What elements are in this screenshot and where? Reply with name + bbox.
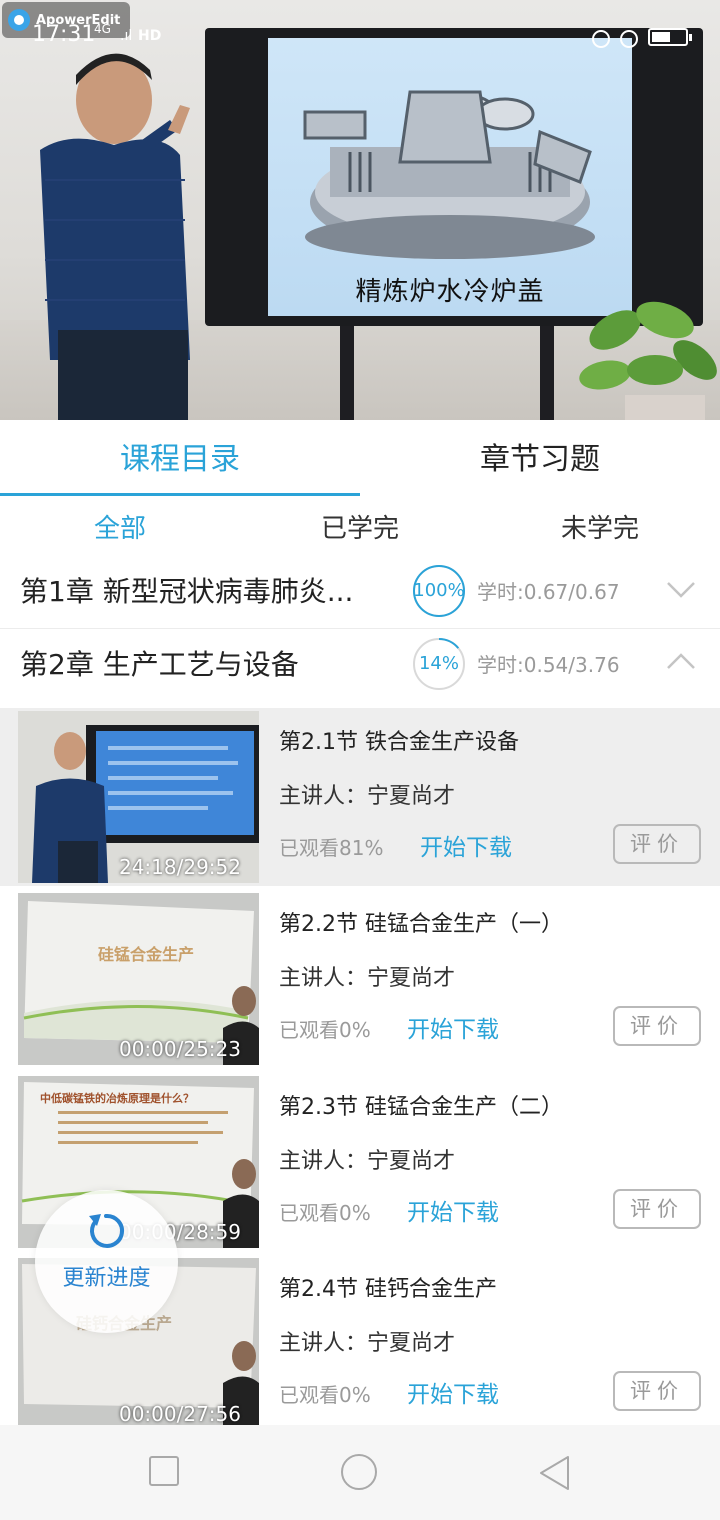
alarm-icon xyxy=(620,30,638,48)
filter-incomplete[interactable]: 未学完 xyxy=(480,508,720,545)
chapter-title: 第1章 新型冠状病毒肺炎... xyxy=(20,575,354,608)
lesson-lecturer: 主讲人：宁夏尚才 xyxy=(279,966,456,991)
potted-plant xyxy=(579,301,717,420)
tab-chapter-exercises[interactable]: 章节习题 xyxy=(360,420,720,498)
chevron-down-icon[interactable] xyxy=(666,574,696,604)
home-circle-icon[interactable] xyxy=(340,1453,378,1491)
back-triangle-icon[interactable] xyxy=(538,1455,572,1491)
lesson-lecturer: 主讲人：宁夏尚才 xyxy=(279,1149,456,1174)
chapter-row[interactable]: 第1章 新型冠状病毒肺炎... 100% 学时:0.67/0.67 xyxy=(0,556,720,626)
chapter-progress-label: 14% xyxy=(418,653,459,674)
watch-progress: 已观看0% xyxy=(279,1201,371,1225)
chapter-hours: 学时:0.67/0.67 xyxy=(477,580,620,604)
download-button[interactable]: 开始下载 xyxy=(420,828,512,862)
watch-progress: 已观看0% xyxy=(279,1018,371,1042)
video-player[interactable]: 精炼炉水冷炉盖 ApowerEdit 17:31 4G .ıl HD xyxy=(0,0,720,420)
furnace-cover-illustration xyxy=(303,90,595,259)
refresh-progress-label: 更新进度 xyxy=(62,1266,151,1291)
refresh-progress-button[interactable]: 更新进度 xyxy=(35,1190,178,1333)
thumbnail-slide-title: 中低碳锰铁的冶炼原理是什么？ xyxy=(40,1092,194,1105)
rate-button[interactable]: 评价 xyxy=(613,1189,701,1229)
recents-square-icon[interactable] xyxy=(148,1455,180,1487)
download-button[interactable]: 开始下载 xyxy=(407,1010,499,1044)
display-content: 精炼炉水冷炉盖 xyxy=(268,38,632,316)
lesson-thumbnail[interactable]: 硅锰合金生产 00:00/25:23 xyxy=(18,893,259,1065)
tv-stand-right xyxy=(540,326,554,420)
signal-icon: .ıl xyxy=(120,28,133,44)
active-tab-indicator xyxy=(0,493,360,496)
chapter-progress-label: 100% xyxy=(413,580,465,601)
filter-all[interactable]: 全部 xyxy=(0,508,240,545)
battery-icon xyxy=(648,28,692,46)
chapter-title: 第2章 生产工艺与设备 xyxy=(20,648,299,681)
tab-course-catalog[interactable]: 课程目录 xyxy=(0,420,360,498)
chapter-row[interactable]: 第2章 生产工艺与设备 14% 学时:0.54/3.76 xyxy=(0,629,720,699)
lesson-title: 第2.3节 硅锰合金生产（二） xyxy=(279,1095,563,1120)
chevron-up-icon[interactable] xyxy=(666,647,696,677)
watch-progress: 已观看81% xyxy=(279,836,384,860)
course-tabs: 课程目录 章节习题 xyxy=(0,420,720,500)
lesson-title: 第2.2节 硅锰合金生产（一） xyxy=(279,912,563,937)
status-bar: ApowerEdit 17:31 4G .ıl HD xyxy=(0,0,720,56)
thumbnail-slide-title: 硅锰合金生产 xyxy=(98,945,195,964)
rate-button[interactable]: 评价 xyxy=(613,1006,701,1046)
network-type: 4G xyxy=(94,22,111,36)
video-duration: 00:00/27:56 xyxy=(118,1402,241,1426)
lesson-thumbnail[interactable]: 24:18/29:52 xyxy=(18,711,259,883)
lesson-lecturer: 主讲人：宁夏尚才 xyxy=(279,1331,456,1356)
watch-progress: 已观看0% xyxy=(279,1383,371,1407)
download-button[interactable]: 开始下载 xyxy=(407,1193,499,1227)
lesson-item[interactable]: 硅锰合金生产 00:00/25:23 第2.2节 硅锰合金生产（一） 主讲人：宁… xyxy=(0,890,720,1068)
rate-button[interactable]: 评价 xyxy=(613,1371,701,1411)
system-navigation-bar xyxy=(0,1425,720,1520)
chapter-progress-ring: 14% xyxy=(412,637,466,691)
recorder-logo-icon xyxy=(8,9,30,31)
download-button[interactable]: 开始下载 xyxy=(407,1375,499,1409)
lesson-item[interactable]: 24:18/29:52 第2.1节 铁合金生产设备 主讲人：宁夏尚才 已观看81… xyxy=(0,708,720,886)
lesson-title: 第2.1节 铁合金生产设备 xyxy=(279,730,519,755)
video-duration: 00:00/25:23 xyxy=(118,1037,241,1061)
filter-completed[interactable]: 已学完 xyxy=(240,508,480,545)
rate-button[interactable]: 评价 xyxy=(613,824,701,864)
clock: 17:31 xyxy=(32,22,96,47)
video-duration: 24:18/29:52 xyxy=(118,855,241,879)
hd-indicator: HD xyxy=(138,28,162,44)
chapter-hours: 学时:0.54/3.76 xyxy=(477,653,620,677)
location-icon xyxy=(592,30,610,48)
progress-filters: 全部 已学完 未学完 xyxy=(0,500,720,556)
lesson-lecturer: 主讲人：宁夏尚才 xyxy=(279,784,456,809)
lesson-title: 第2.4节 硅钙合金生产 xyxy=(279,1277,497,1302)
refresh-icon xyxy=(89,1213,125,1248)
chapter-progress-ring: 100% xyxy=(412,564,466,618)
lecturer-figure xyxy=(40,53,190,420)
tv-stand-left xyxy=(340,326,354,420)
